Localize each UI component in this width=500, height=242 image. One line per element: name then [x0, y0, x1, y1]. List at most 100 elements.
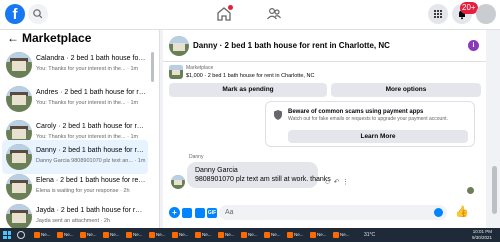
- conversation-list-item[interactable]: Andres · 2 bed 1 bath house for re... Yo…: [2, 82, 148, 116]
- groups-icon: [267, 7, 281, 20]
- windows-taskbar: Ne... Ne... Ne... Ne... Ne... Ne... Ne..…: [0, 228, 500, 242]
- taskbar-app-label: Ne...: [294, 232, 304, 237]
- search-icon: [33, 9, 43, 19]
- taskbar-app-label: Ne...: [202, 232, 212, 237]
- listing-source-label: Marketplace: [186, 65, 214, 71]
- app-icon: [195, 232, 201, 238]
- sticker-icon[interactable]: [195, 208, 205, 218]
- windows-start-icon[interactable]: [3, 231, 11, 239]
- app-icon: [57, 232, 63, 238]
- taskbar-app-label: Ne...: [87, 232, 97, 237]
- message-bubble[interactable]: Danny Garcia 9808901070 plz text am stil…: [187, 162, 331, 188]
- taskbar-app[interactable]: Ne...: [310, 230, 330, 240]
- conversation-name: Elena · 2 bed 1 bath house for ren...: [36, 177, 146, 184]
- react-emoji-icon[interactable]: ☺: [323, 178, 332, 187]
- like-thumb-icon[interactable]: 👍: [455, 206, 469, 218]
- conversation-name: Andres · 2 bed 1 bath house for re...: [36, 89, 146, 96]
- conversation-list-item[interactable]: Jayda · 2 bed 1 bath house for ren... Ja…: [2, 200, 148, 228]
- sender-avatar[interactable]: [171, 175, 185, 189]
- conversation-list-item[interactable]: Elena · 2 bed 1 bath house for ren... El…: [2, 170, 148, 204]
- taskbar-app[interactable]: Ne...: [333, 230, 353, 240]
- taskbar-app[interactable]: Ne...: [149, 230, 169, 240]
- back-arrow-icon[interactable]: ←: [7, 31, 19, 45]
- message-text-line: Danny Garcia: [195, 167, 238, 174]
- taskbar-app[interactable]: Ne...: [126, 230, 146, 240]
- shield-icon: [274, 110, 282, 120]
- taskbar-app[interactable]: Ne...: [103, 230, 123, 240]
- listing-detail[interactable]: $1,000 · 2 bed 1 bath house for rent in …: [186, 72, 314, 80]
- conversation-name: Danny · 2 bed 1 bath house for re...: [36, 147, 146, 154]
- sidebar-scrollbar[interactable]: [151, 52, 154, 82]
- taskbar-app-label: Ne...: [110, 232, 120, 237]
- taskbar-app-label: Ne...: [133, 232, 143, 237]
- taskbar-app[interactable]: Ne...: [34, 230, 54, 240]
- seen-indicator-avatar: [467, 187, 474, 194]
- app-icon: [103, 232, 109, 238]
- app-icon: [126, 232, 132, 238]
- home-tab[interactable]: [214, 4, 234, 24]
- scam-warning-title: Beware of common scams using payment app…: [288, 109, 424, 115]
- conversation-list-item-active[interactable]: Danny · 2 bed 1 bath house for re... Dan…: [2, 140, 148, 174]
- taskbar-app[interactable]: Ne...: [57, 230, 77, 240]
- learn-more-button[interactable]: Learn More: [288, 130, 468, 143]
- taskbar-app-label: Ne...: [271, 232, 281, 237]
- message-sender-name: Danny: [189, 154, 204, 160]
- listing-thumbnail-small[interactable]: [169, 65, 183, 79]
- page-scrollbar[interactable]: [489, 30, 500, 228]
- listing-thumbnail: [6, 144, 32, 170]
- app-icon: [80, 232, 86, 238]
- message-input[interactable]: Aa: [219, 205, 447, 220]
- conversation-title[interactable]: Danny · 2 bed 1 bath house for rent in C…: [193, 40, 390, 52]
- taskbar-app[interactable]: Ne...: [80, 230, 100, 240]
- taskbar-app[interactable]: Ne...: [172, 230, 192, 240]
- facebook-logo[interactable]: f: [5, 4, 25, 24]
- conversation-panel: Danny · 2 bed 1 bath house for rent in C…: [163, 30, 486, 228]
- more-icon[interactable]: ⋮: [341, 178, 350, 187]
- app-icon: [149, 232, 155, 238]
- home-notification-dot: [228, 5, 233, 10]
- app-icon: [333, 232, 339, 238]
- taskbar-app[interactable]: Ne...: [264, 230, 284, 240]
- scrollbar-thumb[interactable]: [492, 166, 497, 214]
- conversation-name: Caroly · 2 bed 1 bath house for re...: [36, 123, 146, 130]
- top-navigation: f 20+: [0, 0, 500, 30]
- taskbar-search-icon[interactable]: [17, 231, 25, 239]
- mark-as-pending-button[interactable]: Mark as pending: [169, 83, 327, 97]
- taskbar-app[interactable]: Ne...: [195, 230, 215, 240]
- conversation-name: Jayda · 2 bed 1 bath house for ren...: [36, 207, 146, 214]
- menu-button[interactable]: [428, 4, 448, 24]
- search-button[interactable]: [28, 4, 48, 24]
- groups-tab[interactable]: [264, 4, 284, 24]
- conversation-preview: Danny Garcia 9808901070 plz text an... ·…: [36, 158, 146, 164]
- listing-thumbnail: [6, 52, 32, 78]
- reply-icon[interactable]: ↶: [332, 178, 341, 187]
- taskbar-weather[interactable]: 31°C: [364, 231, 375, 239]
- photo-icon[interactable]: [182, 208, 192, 218]
- taskbar-app-label: Ne...: [64, 232, 74, 237]
- listing-thumbnail: [6, 204, 32, 228]
- app-icon: [218, 232, 224, 238]
- more-options-button[interactable]: More options: [331, 83, 481, 97]
- app-icon: [287, 232, 293, 238]
- listing-thumbnail: [6, 174, 32, 200]
- taskbar-app[interactable]: Ne...: [241, 230, 261, 240]
- conversation-preview: You: Thanks for your interest in the... …: [36, 100, 139, 106]
- taskbar-clock[interactable]: 10:01 PM 9/30/2021: [462, 229, 492, 241]
- app-icon: [172, 232, 178, 238]
- listing-thumbnail[interactable]: [169, 36, 189, 56]
- taskbar-app-label: Ne...: [179, 232, 189, 237]
- gif-icon[interactable]: GIF: [207, 208, 217, 218]
- info-icon[interactable]: i: [468, 40, 479, 51]
- taskbar-app[interactable]: Ne...: [287, 230, 307, 240]
- message-text-line: 9808901070 plz text am still at work. th…: [195, 176, 331, 183]
- conversation-list-item[interactable]: Calandra · 2 bed 1 bath house for ... Yo…: [2, 48, 148, 82]
- plus-icon[interactable]: +: [169, 207, 180, 218]
- profile-avatar[interactable]: [476, 4, 496, 24]
- emoji-icon[interactable]: [434, 208, 443, 217]
- taskbar-app-label: Ne...: [248, 232, 258, 237]
- taskbar-app[interactable]: Ne...: [218, 230, 238, 240]
- listing-thumbnail: [6, 86, 32, 112]
- taskbar-app-label: Ne...: [41, 232, 51, 237]
- app-icon: [310, 232, 316, 238]
- conversation-preview: You: Thanks for your interest in the... …: [36, 66, 139, 72]
